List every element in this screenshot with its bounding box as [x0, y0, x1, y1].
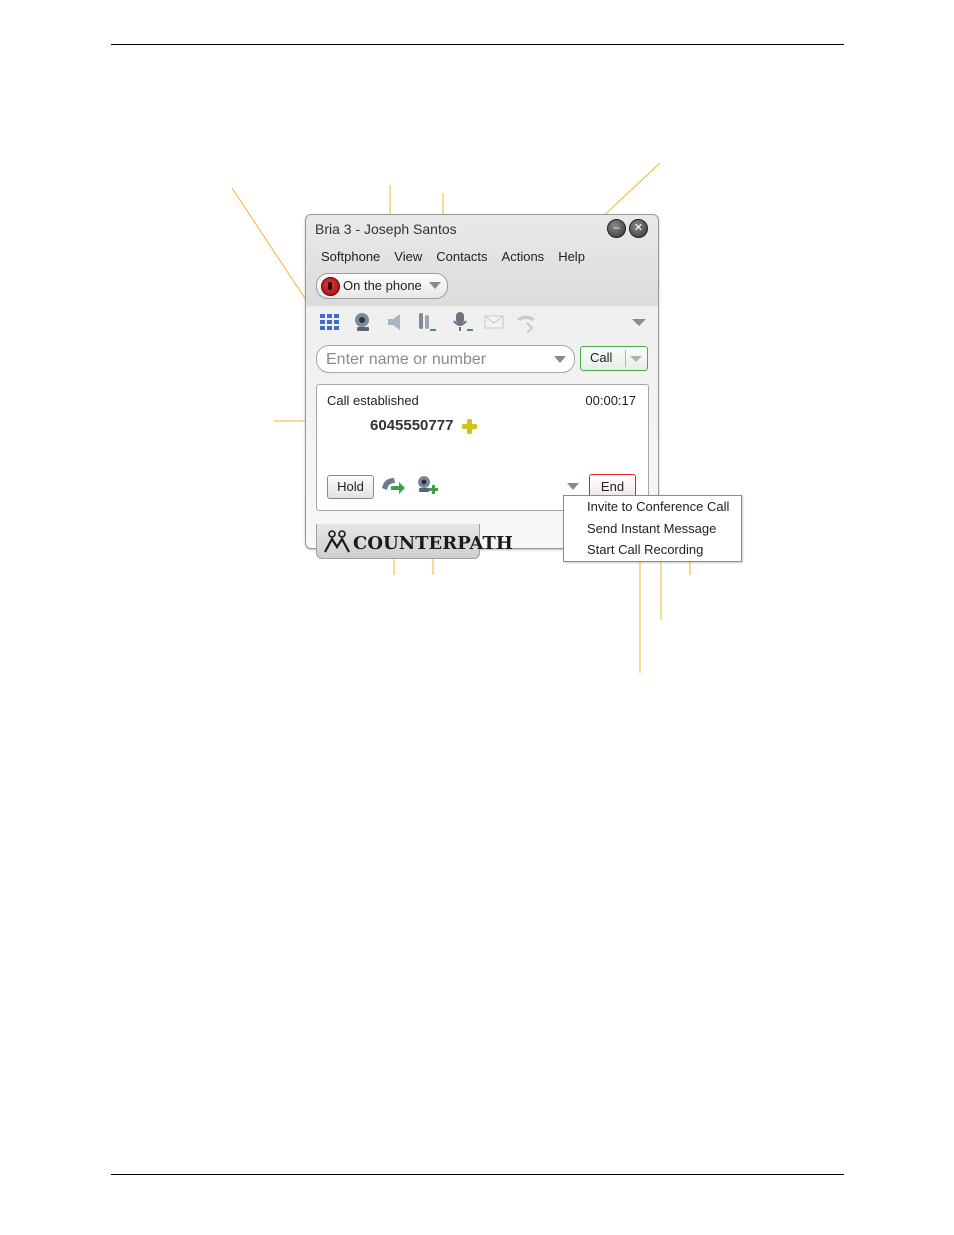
call-status: Call established: [327, 393, 419, 408]
on-phone-icon: [321, 277, 340, 296]
counterpath-logo-text: COUNTERPATH: [353, 533, 513, 554]
toolbar: [306, 305, 658, 339]
chevron-down-icon[interactable]: [554, 356, 566, 363]
presence-status-label: On the phone: [343, 278, 422, 293]
menu-bar: Softphone View Contacts Actions Help: [314, 247, 592, 267]
counterpath-logo: COUNTERPATH: [316, 524, 513, 559]
presence-status-dropdown[interactable]: On the phone: [316, 273, 448, 299]
call-number: 6045550777: [370, 417, 454, 434]
transfer-icon[interactable]: [515, 311, 537, 333]
menu-contacts[interactable]: Contacts: [429, 247, 494, 267]
dialpad-icon[interactable]: [319, 311, 341, 333]
menu-item-start-recording[interactable]: Start Call Recording: [587, 542, 703, 557]
dial-field[interactable]: [316, 345, 575, 373]
menu-item-invite-conference[interactable]: Invite to Conference Call: [587, 499, 729, 514]
add-contact-icon[interactable]: [462, 419, 477, 434]
menu-softphone[interactable]: Softphone: [314, 247, 387, 267]
speaker-icon[interactable]: [385, 311, 407, 333]
callout-lines: [231, 162, 691, 673]
call-button-label: Call: [590, 350, 613, 365]
menu-view[interactable]: View: [387, 247, 429, 267]
counterpath-logo-icon: [324, 530, 350, 553]
toolbar-more-icon[interactable]: [632, 319, 646, 326]
hold-button[interactable]: Hold: [327, 475, 374, 499]
message-icon[interactable]: [483, 311, 505, 333]
menu-help[interactable]: Help: [551, 247, 592, 267]
transfer-call-icon[interactable]: [380, 474, 406, 498]
mic-volume-icon[interactable]: [416, 311, 438, 333]
title-bar[interactable]: Bria 3 - Joseph Santos – ✕: [306, 215, 658, 243]
microphone-icon[interactable]: [452, 311, 474, 333]
minimize-icon[interactable]: –: [607, 219, 626, 238]
chevron-down-icon[interactable]: [630, 356, 642, 362]
call-options-chevron-icon[interactable]: [567, 483, 579, 490]
add-participant-icon[interactable]: [414, 474, 438, 498]
call-panel: Call established 00:00:17 6045550777 Hol…: [316, 384, 649, 511]
dial-input[interactable]: [324, 349, 548, 370]
call-button[interactable]: Call: [580, 346, 648, 371]
call-timer: 00:00:17: [585, 393, 636, 408]
call-options-menu: Invite to Conference Call Send Instant M…: [563, 495, 742, 562]
call-button-separator: [625, 350, 626, 367]
menu-item-send-im[interactable]: Send Instant Message: [587, 521, 716, 536]
video-icon[interactable]: [352, 311, 374, 333]
menu-actions[interactable]: Actions: [495, 247, 552, 267]
page-bottom-rule: [111, 1174, 844, 1175]
chevron-down-icon: [429, 282, 441, 289]
close-icon[interactable]: ✕: [629, 219, 648, 238]
window-title: Bria 3 - Joseph Santos: [315, 221, 457, 237]
